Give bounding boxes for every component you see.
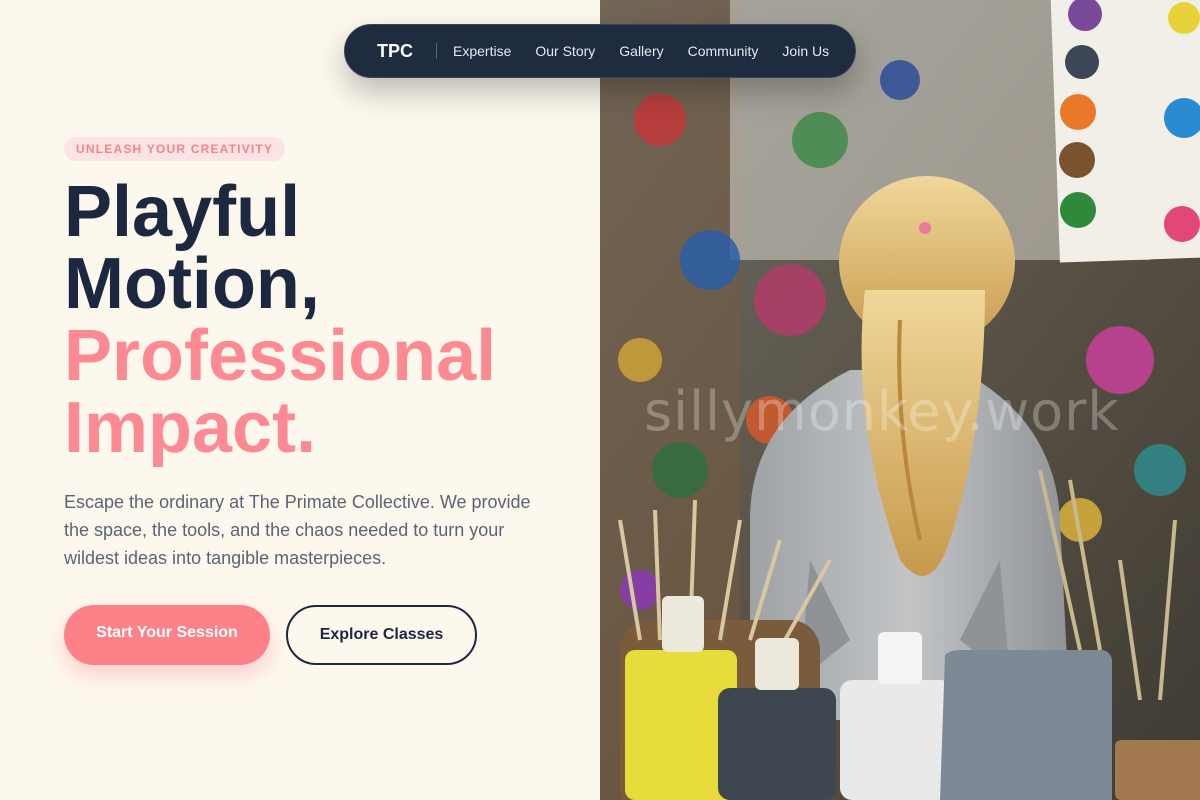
headline-line-3: Professional (64, 316, 497, 396)
headline-line-2: Motion, (64, 244, 320, 324)
nav-link-join-us[interactable]: Join Us (782, 43, 829, 59)
eyebrow-badge: UNLEASH YOUR CREATIVITY (64, 137, 286, 161)
hero-content: UNLEASH YOUR CREATIVITY Playful Motion, … (0, 0, 600, 800)
nav-divider (436, 43, 437, 59)
top-nav: TPC Expertise Our Story Gallery Communit… (344, 24, 856, 78)
headline-line-1: Playful (64, 172, 301, 252)
nav-link-expertise[interactable]: Expertise (453, 43, 511, 59)
headline-line-4: Impact. (64, 388, 317, 468)
start-session-button[interactable]: Start Your Session (64, 605, 270, 665)
nav-link-gallery[interactable]: Gallery (619, 43, 663, 59)
photo-watermark: sillymonkey.work (644, 380, 1120, 443)
nav-links: Expertise Our Story Gallery Community Jo… (453, 43, 829, 59)
hero-photo: sillymonkey.work (600, 0, 1200, 800)
hero-headline: Playful Motion, Professional Impact. (64, 176, 584, 464)
brand-logo[interactable]: TPC (377, 41, 413, 62)
hero-description: Escape the ordinary at The Primate Colle… (64, 492, 531, 568)
nav-link-our-story[interactable]: Our Story (535, 43, 595, 59)
nav-link-community[interactable]: Community (688, 43, 759, 59)
explore-classes-button[interactable]: Explore Classes (286, 605, 477, 665)
